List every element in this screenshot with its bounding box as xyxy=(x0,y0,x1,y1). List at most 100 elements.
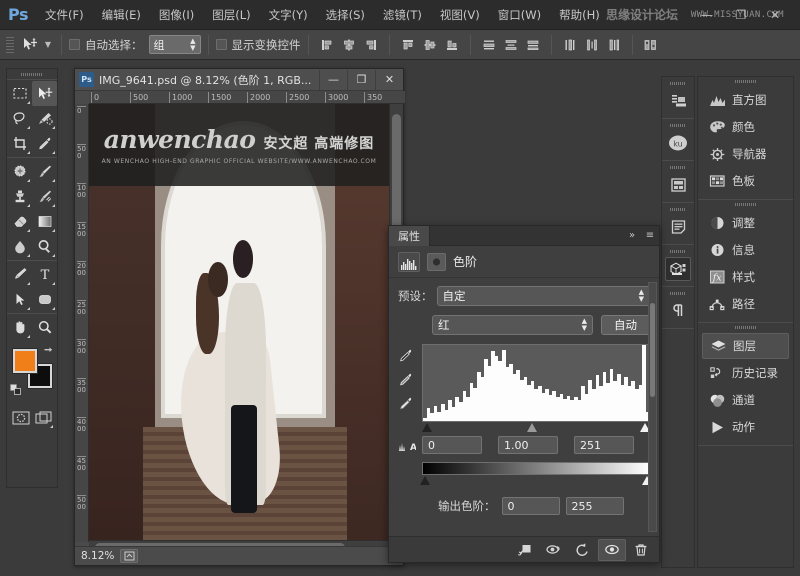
scrollbar-thumb[interactable] xyxy=(650,303,655,397)
gamma-input-slider[interactable] xyxy=(527,423,537,432)
quick-selection-tool[interactable] xyxy=(32,106,57,131)
distribute-left-edges-button[interactable] xyxy=(560,34,580,55)
input-black-field[interactable]: 0 xyxy=(422,436,482,454)
swap-colors-icon[interactable] xyxy=(43,346,53,356)
output-black-field[interactable]: 0 xyxy=(502,497,560,515)
black-output-slider[interactable] xyxy=(420,476,430,485)
dock-item-navigator[interactable]: 导航器 xyxy=(702,141,789,167)
horizontal-ruler[interactable]: 0 500 1000 1500 2000 2500 3000 350 xyxy=(89,91,405,104)
zoom-tool[interactable] xyxy=(32,315,57,340)
tool-preset-chevron-icon[interactable]: ▼ xyxy=(42,34,54,56)
notes-icon[interactable] xyxy=(665,215,691,239)
document-close-button[interactable]: ✕ xyxy=(375,70,403,90)
menu-view[interactable]: 视图(V) xyxy=(431,0,489,30)
show-transform-controls-checkbox[interactable] xyxy=(216,39,227,50)
align-vertical-centers-button[interactable] xyxy=(420,34,440,55)
align-bottom-edges-button[interactable] xyxy=(442,34,462,55)
layer-mask-icon[interactable] xyxy=(427,253,446,271)
maximize-button[interactable]: ❐ xyxy=(724,0,758,30)
rectangular-marquee-tool[interactable] xyxy=(7,81,32,106)
crop-tool[interactable] xyxy=(7,131,32,156)
spot-healing-brush-tool[interactable] xyxy=(7,159,32,184)
menu-edit[interactable]: 编辑(E) xyxy=(93,0,150,30)
blur-tool[interactable] xyxy=(7,234,32,259)
document-maximize-button[interactable]: ❐ xyxy=(347,70,375,90)
document-title-bar[interactable]: Ps IMG_9641.psd @ 8.12% (色阶 1, RGB... — … xyxy=(75,69,403,91)
paragraph-icon[interactable] xyxy=(665,299,691,323)
dock-grip[interactable] xyxy=(698,323,793,332)
collapse-panel-icon[interactable]: » xyxy=(623,226,641,246)
align-right-edges-button[interactable] xyxy=(361,34,381,55)
toggle-layer-visibility-button[interactable] xyxy=(598,539,626,561)
dock-item-info[interactable]: 信息 xyxy=(702,237,789,263)
brush-tool[interactable] xyxy=(32,159,57,184)
document-minimize-button[interactable]: — xyxy=(319,70,347,90)
zoom-level-text[interactable]: 8.12% xyxy=(81,550,114,562)
clip-to-layer-button[interactable] xyxy=(511,539,539,561)
dock-item-color[interactable]: 颜色 xyxy=(702,114,789,140)
move-tool[interactable] xyxy=(32,81,57,106)
rail-grip[interactable] xyxy=(662,122,694,129)
set-black-point-eyedropper[interactable] xyxy=(398,348,416,363)
tab-properties[interactable]: 属性 xyxy=(389,226,430,246)
dock-item-channels[interactable]: 通道 xyxy=(702,387,789,413)
dodge-tool[interactable] xyxy=(32,234,57,259)
menu-image[interactable]: 图像(I) xyxy=(150,0,203,30)
dock-item-adjustments[interactable]: 调整 xyxy=(702,210,789,236)
rail-grip[interactable] xyxy=(662,290,694,297)
dock-grip[interactable] xyxy=(698,77,793,86)
dock-item-swatches[interactable]: 色板 xyxy=(702,168,789,194)
channel-dropdown[interactable]: 红 ▲▼ xyxy=(432,315,593,335)
menu-file[interactable]: 文件(F) xyxy=(36,0,93,30)
menu-layer[interactable]: 图层(L) xyxy=(203,0,259,30)
black-input-slider[interactable] xyxy=(422,423,432,432)
preset-dropdown[interactable]: 自定 ▲▼ xyxy=(437,286,651,306)
pen-tool[interactable] xyxy=(7,262,32,287)
distribute-right-edges-button[interactable] xyxy=(604,34,624,55)
path-selection-tool[interactable] xyxy=(7,287,32,312)
output-white-field[interactable]: 255 xyxy=(566,497,624,515)
hand-tool[interactable] xyxy=(7,315,32,340)
distribute-horizontal-centers-button[interactable] xyxy=(582,34,602,55)
dock-item-layers[interactable]: 图层 xyxy=(702,333,789,359)
toolbox-grip[interactable] xyxy=(7,69,57,79)
kuler-icon[interactable]: ku xyxy=(665,131,691,155)
rail-grip[interactable] xyxy=(662,206,694,213)
dock-item-paths[interactable]: 路径 xyxy=(702,291,789,317)
levels-histogram[interactable] xyxy=(422,344,650,422)
quick-mask-mode-button[interactable] xyxy=(9,405,32,430)
auto-button[interactable]: 自动 xyxy=(601,315,650,335)
auto-align-layers-button[interactable] xyxy=(641,34,661,55)
horizontal-type-tool[interactable]: T xyxy=(32,262,57,287)
mini-bridge-icon[interactable] xyxy=(665,89,691,113)
default-colors-icon[interactable] xyxy=(10,384,22,396)
dock-item-actions[interactable]: 动作 xyxy=(702,414,789,440)
align-horizontal-centers-button[interactable] xyxy=(339,34,359,55)
menu-help[interactable]: 帮助(H) xyxy=(550,0,609,30)
menu-select[interactable]: 选择(S) xyxy=(317,0,374,30)
dock-item-styles[interactable]: fx 样式 xyxy=(702,264,789,290)
foreground-color-swatch[interactable] xyxy=(13,349,37,373)
set-gray-point-eyedropper[interactable] xyxy=(398,372,416,387)
rectangle-tool[interactable] xyxy=(32,287,57,312)
panel-menu-icon[interactable]: ≡ xyxy=(641,226,659,246)
set-white-point-eyedropper[interactable] xyxy=(398,396,416,411)
eyedropper-tool[interactable] xyxy=(32,131,57,156)
vertical-ruler[interactable]: 0 500 1000 1500 2000 2500 3000 3500 4000… xyxy=(75,104,89,542)
reset-button[interactable] xyxy=(569,539,597,561)
dock-item-history[interactable]: 历史记录 xyxy=(702,360,789,386)
canvas[interactable]: anwenchao 安文超 高端修图 AN WENCHAO HIGH-END G… xyxy=(89,104,389,540)
gradient-tool[interactable] xyxy=(32,209,57,234)
rail-grip[interactable] xyxy=(662,80,694,87)
auto-select-checkbox[interactable] xyxy=(69,39,80,50)
rail-grip[interactable] xyxy=(662,164,694,171)
distribute-bottom-edges-button[interactable] xyxy=(523,34,543,55)
view-previous-state-button[interactable] xyxy=(540,539,568,561)
properties-scrollbar[interactable] xyxy=(648,282,657,532)
minimize-button[interactable]: — xyxy=(690,0,724,30)
history-brush-tool[interactable] xyxy=(32,184,57,209)
dock-item-histogram[interactable]: 直方图 xyxy=(702,87,789,113)
rail-grip[interactable] xyxy=(662,248,694,255)
align-left-edges-button[interactable] xyxy=(317,34,337,55)
screen-mode-button[interactable] xyxy=(32,405,55,430)
